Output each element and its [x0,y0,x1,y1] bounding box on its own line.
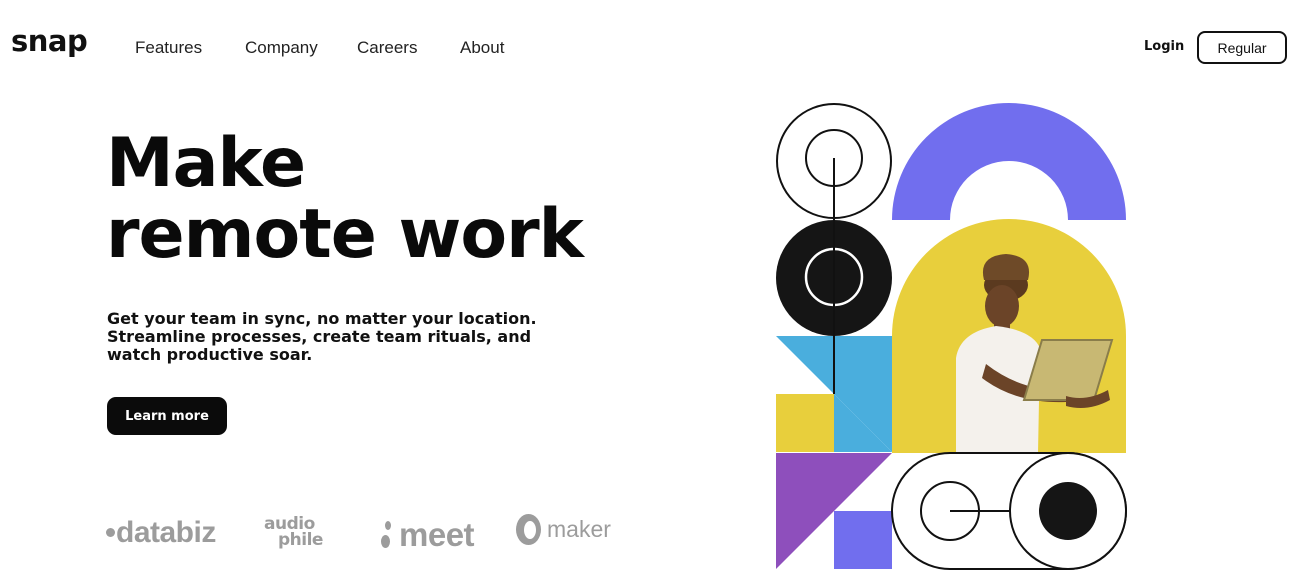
nav-item-company[interactable]: Company [245,38,318,58]
hero-illustration [776,103,1127,570]
meet-blob-icon [381,521,391,549]
client-logo-maker: maker [516,514,611,545]
purple-square-shape [834,511,892,569]
brand-logo[interactable]: snap [11,24,88,58]
client-logo-meet: meet [381,516,475,554]
yellow-square-shape [776,394,834,452]
client-logo-audiophile: audio phile [264,516,323,550]
hero-subtitle-line-3: watch productive soar. [107,345,313,364]
learn-more-button[interactable]: Learn more [107,397,227,435]
client-meet-text: meet [399,516,475,553]
register-button[interactable]: Regular [1197,31,1287,64]
client-maker-text: maker [547,516,611,542]
databiz-dot-icon [106,528,115,537]
nav-item-features[interactable]: Features [135,38,202,58]
hero-subtitle-line-2: Streamline processes, create team ritual… [107,327,532,346]
hero-subtitle-line-1: Get your team in sync, no matter your lo… [107,309,537,328]
client-logo-databiz: databiz [106,516,216,550]
nav-item-about[interactable]: About [460,38,504,58]
login-link[interactable]: Login [1144,39,1184,54]
client-databiz-text: databiz [116,516,216,549]
hero-title-line-1: Make [106,124,306,203]
maker-logo-icon [516,514,541,545]
purple-arch-shape [892,103,1126,220]
nav-item-careers[interactable]: Careers [357,38,417,58]
hero-subtitle: Get your team in sync, no matter your lo… [107,310,567,364]
client-audiophile-text-2: phile [278,530,323,550]
pill-toggle-shape [891,452,1127,570]
hero-title-line-2: remote work [106,195,584,274]
hero-title: Make remote work [106,124,584,274]
